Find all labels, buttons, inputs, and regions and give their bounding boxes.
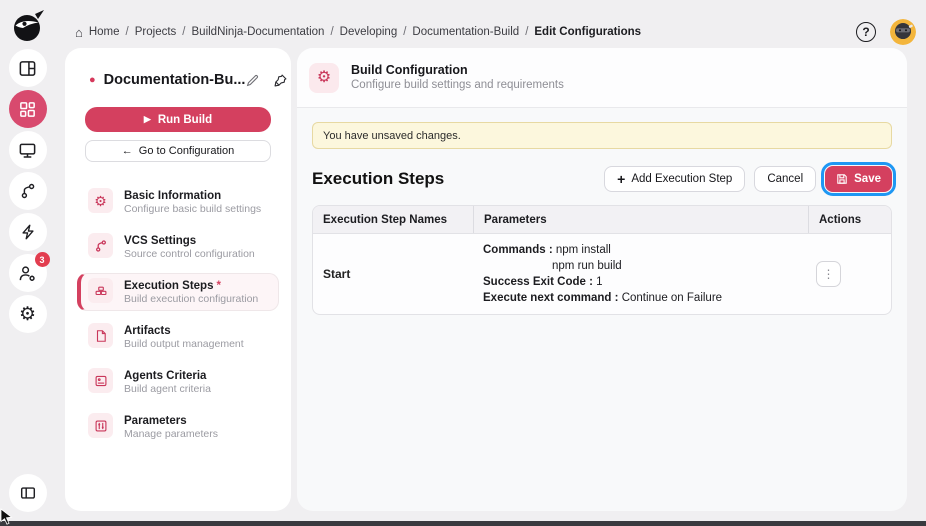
rail-item-builds[interactable]: [9, 172, 47, 210]
breadcrumb-separator: /: [126, 26, 129, 38]
unsaved-changes-banner: You have unsaved changes.: [312, 122, 892, 149]
rail-item-actions[interactable]: [9, 213, 47, 251]
play-icon: ▶: [144, 114, 151, 125]
layout-icon: [18, 59, 37, 78]
rail-item-projects[interactable]: [9, 90, 47, 128]
back-arrow-icon: ←: [122, 145, 133, 157]
gear-icon: ⚙: [309, 63, 339, 93]
cancel-button[interactable]: Cancel: [754, 166, 816, 192]
agent-card-icon: [88, 368, 113, 393]
pin-icon[interactable]: [273, 73, 288, 88]
rail-item-agents[interactable]: 3: [9, 254, 47, 292]
git-branch-icon: [19, 182, 37, 200]
user-avatar[interactable]: [890, 19, 916, 45]
user-gear-icon: [18, 264, 37, 283]
breadcrumb-subproject[interactable]: Developing: [340, 26, 398, 38]
step-parameters: Commands : npm install npm run build Suc…: [473, 234, 808, 314]
menu-item-parameters[interactable]: Parameters Manage parameters: [77, 408, 279, 446]
main-panel: ⚙ Build Configuration Configure build se…: [297, 48, 907, 511]
icon-rail: 3 ⚙: [0, 0, 55, 526]
lightning-icon: [19, 223, 37, 241]
menu-item-vcs-settings[interactable]: VCS Settings Source control configuratio…: [77, 228, 279, 266]
execution-steps-table: Execution Step Names Parameters Actions …: [312, 205, 892, 315]
grid-icon: [18, 100, 37, 119]
menu-item-execution-steps[interactable]: Execution Steps* Build execution configu…: [77, 273, 279, 311]
add-execution-step-button[interactable]: + Add Execution Step: [604, 166, 745, 192]
mouse-cursor: [0, 508, 13, 526]
column-parameters: Parameters: [473, 206, 808, 233]
page-title: Build Configuration: [351, 62, 564, 78]
ellipsis-icon: ⋮: [823, 267, 835, 281]
column-actions: Actions: [808, 206, 891, 233]
build-configuration-header: ⚙ Build Configuration Configure build se…: [297, 48, 907, 108]
save-floppy-icon: [836, 173, 848, 185]
column-step-names: Execution Step Names: [313, 206, 473, 233]
file-icon: [88, 323, 113, 348]
execution-steps-section-header: Execution Steps + Add Execution Step Can…: [312, 166, 892, 192]
panel-collapse-icon: [19, 484, 37, 502]
window-bottom-edge: [0, 521, 926, 526]
build-title: Documentation-Bu...: [104, 72, 246, 88]
notification-badge: 3: [35, 252, 50, 267]
help-icon[interactable]: ?: [856, 22, 876, 42]
breadcrumb-separator: /: [182, 26, 185, 38]
rail-item-monitor[interactable]: [9, 131, 47, 169]
modified-asterisk: *: [216, 280, 220, 292]
gear-icon: ⚙: [88, 188, 113, 213]
breadcrumb-home[interactable]: Home: [89, 26, 120, 38]
breadcrumb-separator: /: [525, 26, 528, 38]
section-title: Execution Steps: [312, 169, 444, 189]
table-header: Execution Step Names Parameters Actions: [313, 206, 891, 234]
breadcrumb-separator: /: [330, 26, 333, 38]
save-button[interactable]: Save: [825, 166, 892, 192]
edit-pencil-icon[interactable]: [245, 73, 260, 88]
app-window: 3 ⚙ ⌂ Home / Projects / BuildNinja-Docum…: [0, 0, 926, 526]
steps-blocks-icon: [88, 278, 113, 303]
buildninja-logo-icon[interactable]: [10, 8, 46, 44]
breadcrumb-build[interactable]: Documentation-Build: [412, 26, 519, 38]
config-side-panel: ● Documentation-Bu... ▶ Run Build: [65, 48, 291, 511]
breadcrumb-current: Edit Configurations: [534, 26, 641, 38]
topbar-actions: ?: [856, 19, 916, 45]
home-icon: ⌂: [75, 26, 83, 39]
menu-item-basic-information[interactable]: ⚙ Basic Information Configure basic buil…: [77, 183, 279, 221]
rail-item-settings[interactable]: ⚙: [9, 295, 47, 333]
plus-icon: +: [617, 172, 625, 186]
rail-item-dashboard[interactable]: [9, 49, 47, 87]
menu-item-agents-criteria[interactable]: Agents Criteria Build agent criteria: [77, 363, 279, 401]
menu-item-artifacts[interactable]: Artifacts Build output management: [77, 318, 279, 356]
breadcrumb-projects[interactable]: Projects: [135, 26, 177, 38]
breadcrumb: ⌂ Home / Projects / BuildNinja-Documenta…: [75, 26, 641, 39]
go-to-configuration-button[interactable]: ← Go to Configuration: [85, 140, 271, 162]
row-actions-menu-button[interactable]: ⋮: [816, 261, 841, 287]
run-build-button[interactable]: ▶ Run Build: [85, 107, 271, 132]
config-menu: ⚙ Basic Information Configure basic buil…: [77, 183, 279, 446]
page-subtitle: Configure build settings and requirement…: [351, 78, 564, 93]
breadcrumb-project[interactable]: BuildNinja-Documentation: [192, 26, 325, 38]
git-branch-icon: [88, 233, 113, 258]
table-row: Start Commands : npm install npm run bui…: [313, 234, 891, 314]
status-dot-icon: ●: [89, 75, 96, 86]
monitor-icon: [18, 141, 37, 160]
top-bar: ⌂ Home / Projects / BuildNinja-Documenta…: [65, 18, 916, 46]
breadcrumb-separator: /: [403, 26, 406, 38]
sliders-icon: [88, 413, 113, 438]
step-name: Start: [313, 234, 473, 314]
rail-item-collapse[interactable]: [9, 474, 47, 512]
gear-icon: ⚙: [19, 305, 36, 324]
build-title-row: ● Documentation-Bu...: [77, 72, 279, 88]
